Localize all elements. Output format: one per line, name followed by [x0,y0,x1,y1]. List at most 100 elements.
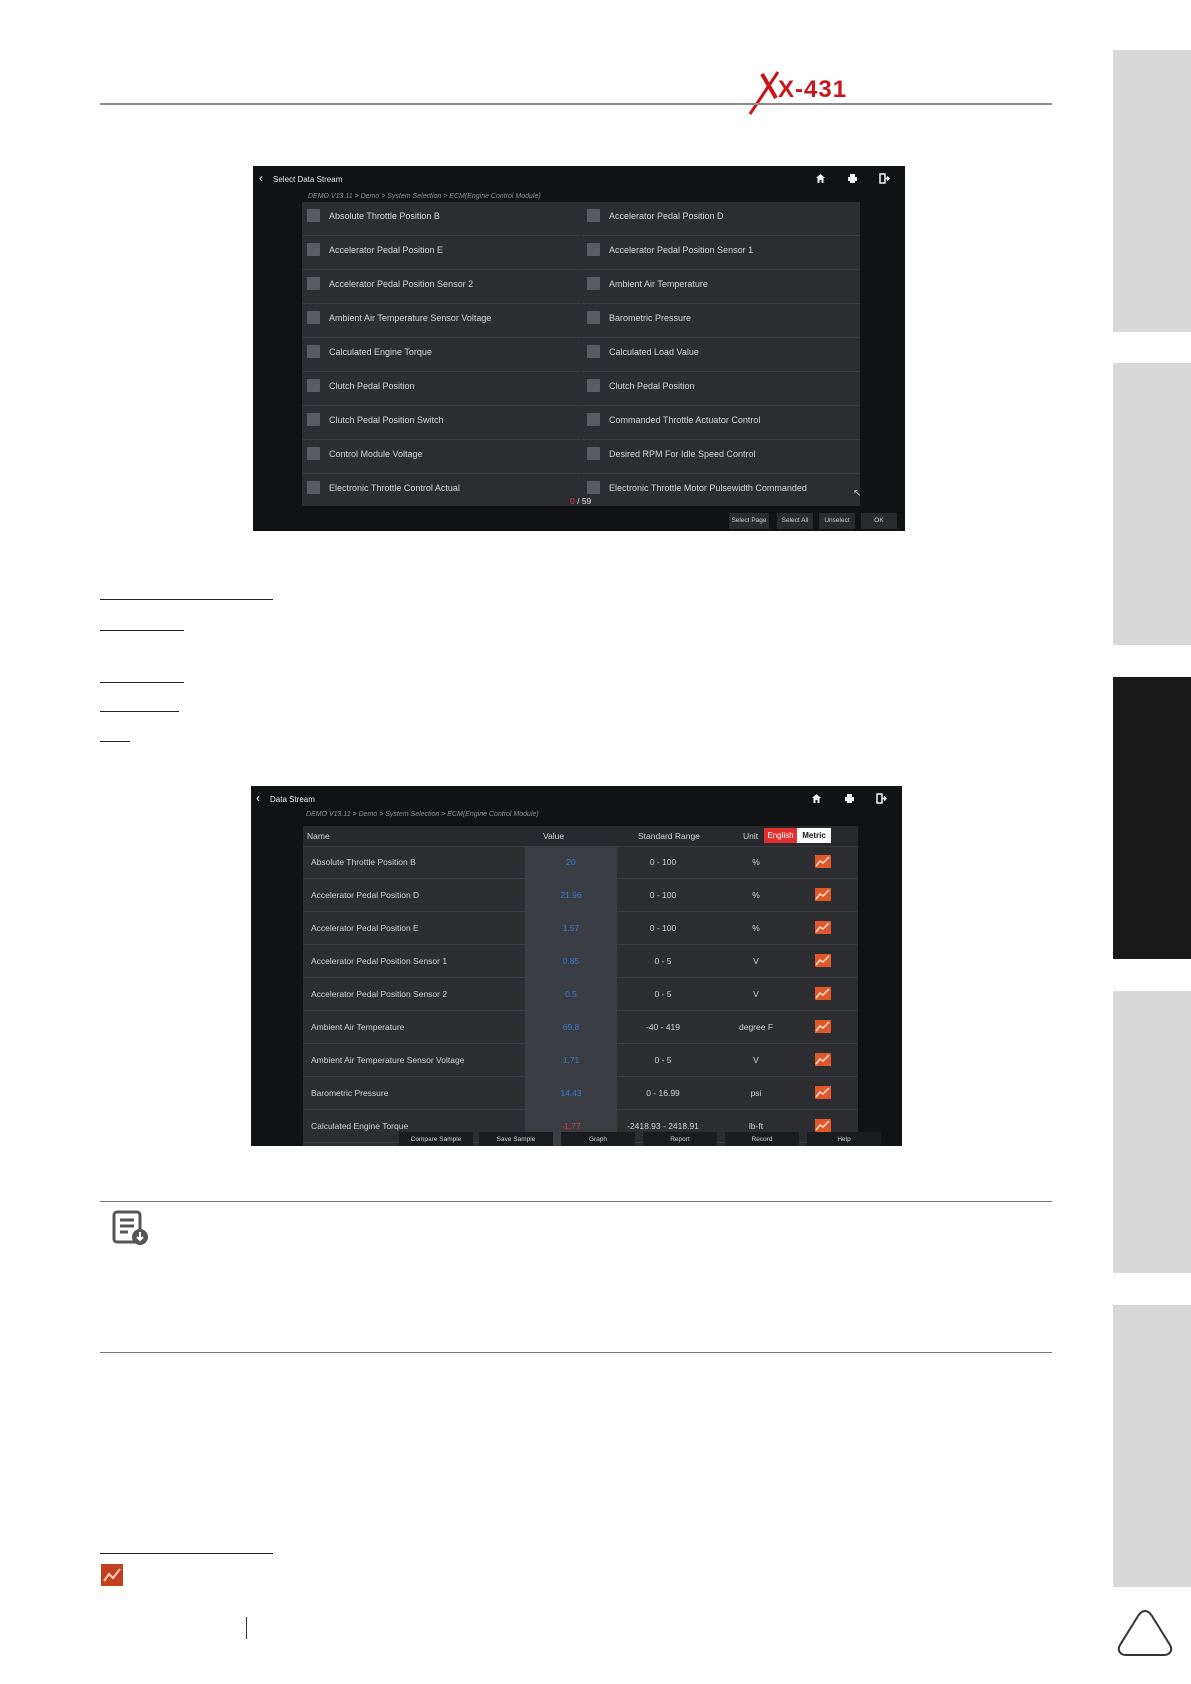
row-range: 0 - 5 [654,1055,672,1065]
checkbox[interactable] [587,481,600,494]
graph-icon[interactable] [815,1020,831,1033]
graph-icon[interactable] [815,987,831,1000]
exit-icon[interactable] [879,173,891,186]
breadcrumb: DEMO V13.11 > Demo > System Selection > … [308,193,541,200]
checkbox[interactable] [587,413,600,426]
table-row[interactable]: Accelerator Pedal Position Sensor 2 0.5 0 … [303,978,858,1011]
checkbox[interactable] [307,413,320,426]
side-tab-4[interactable] [1113,991,1191,1273]
table-row[interactable]: Absolute Throttle Position B 20 0 - 100% [303,846,858,879]
list-item[interactable]: Calculated Load Value [582,338,860,372]
item-label: Accelerator Pedal Position Sensor 2 [329,279,474,289]
table-row[interactable]: Barometric Pressure 14.43 0 - 16.99 psi [303,1077,858,1110]
ok-button[interactable]: OK [861,513,897,529]
checkbox[interactable] [587,243,600,256]
side-tab-2[interactable] [1113,363,1191,645]
save-sample-button[interactable]: Save Sample [479,1132,553,1146]
print-icon[interactable] [847,173,858,186]
table-row[interactable]: Accelerator Pedal Position Sensor 1 0.85 0… [303,945,858,978]
list-item[interactable]: Desired RPM For Idle Speed Control [582,440,860,474]
help-button[interactable]: Help [807,1132,881,1146]
checkbox[interactable] [307,379,320,392]
item-label: Clutch Pedal Position [609,381,695,391]
total-count: / 59 [577,496,592,506]
checkbox[interactable] [307,277,320,290]
item-label: Commanded Throttle Actuator Control [609,415,761,425]
checkbox[interactable] [307,481,320,494]
list-item[interactable]: Barometric Pressure [582,304,860,338]
checkbox[interactable] [307,447,320,460]
graph-icon[interactable] [815,855,831,868]
graph-icon[interactable] [815,888,831,901]
graph-button[interactable]: Graph [561,1132,635,1146]
checkbox[interactable] [587,379,600,392]
graph-icon[interactable] [815,1119,831,1132]
table-row[interactable]: Ambient Air Temperature 69.8 -40 - 419 degr… [303,1011,858,1044]
exit-icon[interactable] [876,793,888,806]
back-icon[interactable]: ‹ [259,172,263,184]
graph-icon[interactable] [815,921,831,934]
list-item[interactable]: Clutch Pedal Position [582,372,860,406]
print-icon[interactable] [844,793,855,806]
table-row[interactable]: Accelerator Pedal Position D 21.96 0 - 100… [303,879,858,912]
checkbox[interactable] [587,311,600,324]
list-item[interactable]: Accelerator Pedal Position D [582,202,860,236]
row-unit: degree F [738,1022,774,1032]
checkbox[interactable] [307,345,320,358]
table-row[interactable]: Ambient Air Temperature Sensor Voltage 1.… [303,1044,858,1077]
graph-icon[interactable] [815,954,831,967]
row-value: 1.71 [562,1055,580,1065]
data-stream-list: Absolute Throttle Position B Accelerator… [302,202,860,506]
list-item[interactable]: Clutch Pedal Position Switch [302,406,580,440]
side-tab-5[interactable] [1113,1305,1191,1587]
row-range: 0 - 5 [654,989,672,999]
list-item[interactable]: Ambient Air Temperature Sensor Voltage [302,304,580,338]
unselect-button[interactable]: Unselect [819,513,855,529]
list-item[interactable]: Clutch Pedal Position [302,372,580,406]
checkbox[interactable] [587,447,600,460]
row-name: Accelerator Pedal Position D [311,890,420,900]
list-item[interactable]: Commanded Throttle Actuator Control [582,406,860,440]
report-button[interactable]: Report [643,1132,717,1146]
metric-toggle[interactable]: Metric [797,828,831,843]
row-unit: % [752,890,760,900]
checkbox[interactable] [307,209,320,222]
compare-sample-button[interactable]: Compare Sample [399,1132,473,1146]
list-item[interactable]: Accelerator Pedal Position Sensor 1 [582,236,860,270]
graph-icon[interactable] [815,1053,831,1066]
list-item[interactable]: Calculated Engine Torque [302,338,580,372]
item-label: Accelerator Pedal Position Sensor 1 [609,245,754,255]
list-item[interactable]: Accelerator Pedal Position E [302,236,580,270]
english-toggle[interactable]: English [764,828,797,843]
graph-icon[interactable] [815,1086,831,1099]
list-item[interactable]: Electronic Throttle Control Actual [302,474,580,507]
home-icon[interactable] [815,173,826,186]
list-item[interactable]: Control Module Voltage [302,440,580,474]
home-icon[interactable] [811,793,822,806]
col-value: Value [543,831,565,841]
back-icon[interactable]: ‹ [256,792,260,804]
list-item[interactable]: Electronic Throttle Motor Pulsewidth Com… [582,474,860,507]
checkbox[interactable] [307,311,320,324]
list-item[interactable]: Accelerator Pedal Position Sensor 2 [302,270,580,304]
checkbox[interactable] [587,209,600,222]
select-page-button[interactable]: Select Page [729,513,769,529]
item-label: Clutch Pedal Position Switch [329,415,444,425]
side-tab-3-active[interactable] [1113,677,1191,959]
checkbox[interactable] [587,345,600,358]
row-unit: V [753,1055,759,1065]
table-row[interactable]: Accelerator Pedal Position E 1.57 0 - 100% [303,912,858,945]
item-label: Ambient Air Temperature [609,279,708,289]
row-unit: % [752,923,760,933]
record-button[interactable]: Record [725,1132,799,1146]
row-name: Accelerator Pedal Position Sensor 1 [311,956,448,966]
select-all-button[interactable]: Select All [777,513,813,529]
row-unit: V [753,989,759,999]
checkbox[interactable] [307,243,320,256]
logo-text: X-431 [778,76,848,103]
side-tab-1[interactable] [1113,50,1191,332]
data-stream-table: Name Value Standard Range Unit English M… [303,826,858,1146]
list-item[interactable]: Ambient Air Temperature [582,270,860,304]
checkbox[interactable] [587,277,600,290]
list-item[interactable]: Absolute Throttle Position B [302,202,580,236]
